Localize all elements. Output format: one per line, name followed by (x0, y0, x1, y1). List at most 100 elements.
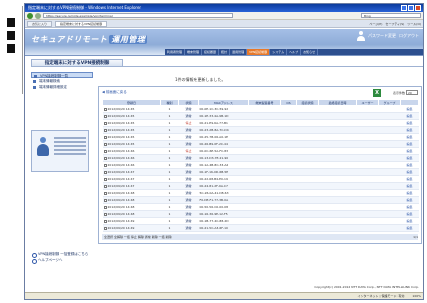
row-checkbox[interactable] (103, 198, 107, 202)
table-row[interactable]: 2012/09/20 14:48 1 通常 00-50-56-C0-00-08 編集 (102, 203, 419, 211)
cell-empty (248, 161, 281, 169)
table-row[interactable]: 2012/09/20 14:48 1 通常 5C-26-0A-41-D8-63 編集 (102, 189, 419, 197)
menu-item[interactable]: 接続履歴 (202, 49, 220, 55)
table-row[interactable]: 2012/09/20 14:45 1 通常 00-25-7B-06-A0-1E 編集 (102, 133, 419, 141)
row-checkbox[interactable] (103, 149, 107, 153)
cell-edit[interactable]: 編集 (400, 168, 419, 176)
table-row[interactable]: 2012/09/20 14:46 1 通常 00-1A-4B-8C-33-A2 編集 (102, 161, 419, 169)
menu-item[interactable]: 利用者管理 (165, 49, 186, 55)
row-checkbox[interactable] (103, 121, 107, 125)
row-checkbox[interactable] (103, 128, 107, 132)
page-title-area: 指定端末に対するVPN接続制御 (25, 57, 423, 69)
cell-text: 通常 (185, 226, 192, 230)
search-input[interactable]: Bing (361, 13, 421, 18)
back-link[interactable]: 前画面に戻る (102, 90, 127, 95)
back-icon[interactable] (27, 12, 33, 19)
cell-edit[interactable]: 編集 (400, 154, 419, 162)
menu-item[interactable]: システム (270, 49, 288, 55)
row-checkbox[interactable] (103, 163, 107, 167)
close-button[interactable] (415, 5, 421, 11)
excel-export-icon[interactable]: X (373, 89, 381, 97)
row-checkbox[interactable] (103, 184, 107, 188)
menu-item[interactable]: 運用管理 (230, 49, 248, 55)
table-row[interactable]: 2012/09/20 14:46 1 通常 00-13-D3-7E-21-90 編集 (102, 154, 419, 162)
row-checkbox[interactable] (103, 170, 107, 174)
row-checkbox[interactable] (103, 114, 107, 118)
bulk-action-links[interactable]: 全選択 全解除 一括 停止 解除 通常 削除 一括 削除 (104, 234, 172, 240)
table-row[interactable]: 2012/09/20 14:48 1 通常 F0-DE-F1-77-3B-0A 編集 (102, 196, 419, 204)
cell-type: 1 (160, 182, 179, 190)
row-checkbox[interactable] (103, 219, 107, 223)
table-row[interactable]: 2012/09/20 14:45 1 通常 00-23-2B-8A-7C-D4 編集 (102, 126, 419, 134)
row-checkbox[interactable] (103, 156, 107, 160)
info-banner[interactable] (31, 130, 89, 172)
cell-edit[interactable]: 編集 (400, 112, 419, 120)
password-change-link[interactable]: パスワード変更 (368, 33, 396, 39)
cell-type: 1 (160, 168, 179, 176)
cell-date: 2012/09/20 14:46 (102, 147, 161, 155)
table-row[interactable]: 2012/09/20 14:45 1 通常 00-26-B9-0F-2C-44 編集 (102, 140, 419, 148)
row-checkbox[interactable] (103, 142, 107, 146)
cell-edit[interactable]: 編集 (400, 105, 419, 113)
cell-edit[interactable]: 編集 (400, 119, 419, 127)
page-menu[interactable]: ページ(P) (369, 22, 382, 26)
favorites-tab[interactable]: お気に入り (27, 20, 53, 27)
cell-edit[interactable]: 編集 (400, 189, 419, 197)
cell-edit[interactable]: 編集 (400, 224, 419, 232)
cell-text: 1 (168, 114, 171, 118)
table-row[interactable]: 2012/09/20 14:46 1 停止 00-0C-6E-5A-FC-83 編集 (102, 147, 419, 155)
cell-date: 2012/09/20 14:48 (102, 210, 161, 218)
row-checkbox[interactable] (103, 135, 107, 139)
cell-edit[interactable]: 編集 (400, 175, 419, 183)
cell-edit[interactable]: 編集 (400, 140, 419, 148)
table-row[interactable]: 2012/09/20 14:45 1 通常 00-1E-33-4A-9B-1D 編集 (102, 112, 419, 120)
pagination[interactable]: 1/1 (413, 234, 418, 240)
cell-edit[interactable]: 編集 (400, 182, 419, 190)
menu-item[interactable]: ヘルプ (287, 49, 302, 55)
cell-edit[interactable]: 編集 (400, 217, 419, 225)
menu-item[interactable]: 統計 (219, 49, 231, 55)
menu-item[interactable]: お知らせ (301, 49, 319, 55)
menu-item[interactable]: 端末管理 (185, 49, 203, 55)
row-checkbox[interactable] (103, 212, 107, 216)
address-bar: https://secure-remote.example/vpn/termin… (25, 12, 423, 20)
cell-text: 通常 (185, 156, 192, 160)
table-row[interactable]: 2012/09/20 14:48 1 通常 00-16-36-9E-12-F5 編集 (102, 210, 419, 218)
url-input[interactable]: https://secure-remote.example/vpn/termin… (43, 13, 233, 18)
row-checkbox[interactable] (103, 205, 107, 209)
logout-link[interactable]: ログアウト (399, 33, 419, 39)
tab-current[interactable]: 指定端末に対するVPN接続制御 (55, 20, 108, 27)
cell-text: 2012/09/20 14:45 (107, 107, 135, 111)
row-checkbox[interactable] (103, 191, 107, 195)
app-logo[interactable]: セキュアドリモート 運用管理 (31, 34, 148, 45)
minimize-button[interactable] (401, 5, 407, 11)
table-row[interactable]: 2012/09/20 14:47 1 通常 00-1F-16-0D-6B-5E 編集 (102, 168, 419, 176)
cell-edit[interactable]: 編集 (400, 203, 419, 211)
table-row[interactable]: 2012/09/20 14:45 1 通常 00-0E-1C-3C-59-92 編集 (102, 105, 419, 113)
help-link[interactable]: ヘルプページへ (31, 257, 88, 264)
menu-item-active[interactable]: VPN接続制御 (247, 49, 271, 55)
row-checkbox[interactable] (103, 226, 107, 230)
cell-text: 1 (168, 184, 171, 188)
cell-edit[interactable]: 編集 (400, 161, 419, 169)
safety-menu[interactable]: セーフティ(S) (385, 22, 404, 26)
table-row[interactable]: 2012/09/20 14:45 1 停止 00-21-E9-6A-77-B1 編集 (102, 119, 419, 127)
maximize-button[interactable] (408, 5, 414, 11)
zoom-level[interactable]: 100% (412, 293, 421, 299)
row-checkbox[interactable] (103, 107, 107, 111)
tools-menu[interactable]: ツール(O) (407, 22, 421, 26)
cell-edit[interactable]: 編集 (400, 126, 419, 134)
page-size-select[interactable]: 20 (406, 90, 418, 95)
table-row[interactable]: 2012/09/20 14:47 1 通常 00-22-68-B4-E0-19 編集 (102, 175, 419, 183)
forward-icon[interactable] (35, 12, 41, 19)
row-checkbox[interactable] (103, 177, 107, 181)
cell-edit[interactable]: 編集 (400, 196, 419, 204)
table-row[interactable]: 2012/09/20 14:49 1 通常 00-1B-77-4C-88-2D 編集 (102, 217, 419, 225)
cell-edit[interactable]: 編集 (400, 133, 419, 141)
sidebar-item-terminal-detail[interactable]: 端末情報詳細設定 (31, 84, 93, 90)
table-row[interactable]: 2012/09/20 14:47 1 通常 00-24-81-2F-9A-C7 編集 (102, 182, 419, 190)
cell-edit[interactable]: 編集 (400, 147, 419, 155)
cell-edit[interactable]: 編集 (400, 210, 419, 218)
table-row[interactable]: 2012/09/20 14:49 1 通常 00-21-5C-A3-6F-10 編集 (102, 224, 419, 232)
cell-mac: F0-DE-F1-77-3B-0A (198, 196, 249, 204)
